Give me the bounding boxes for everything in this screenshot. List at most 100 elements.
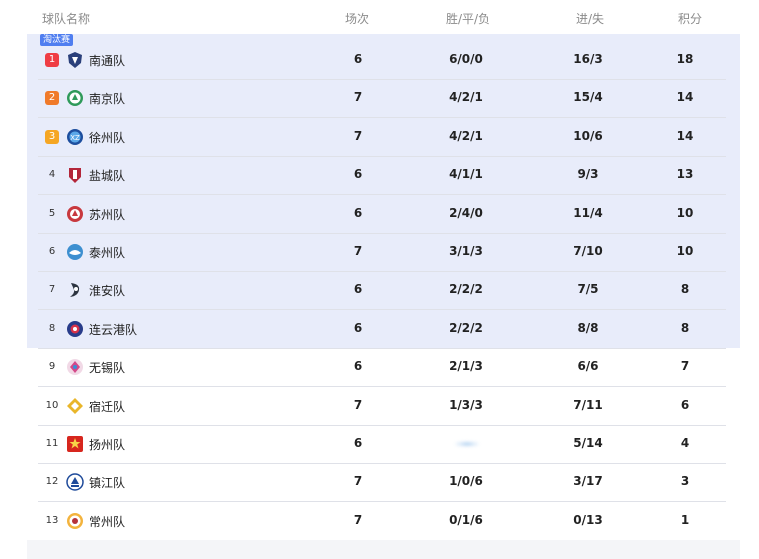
goals-for-against: 15/4 <box>573 90 603 105</box>
table-row[interactable]: 8 连云港队 6 2/2/2 8/8 8 <box>38 310 726 349</box>
rank-number: 10 <box>45 399 59 411</box>
team-name[interactable]: 泰州队 <box>89 244 125 261</box>
table-row[interactable]: 9 无锡队 6 2/1/3 6/6 7 <box>38 348 726 388</box>
points: 8 <box>680 282 690 297</box>
win-draw-loss: 4/2/1 <box>449 128 483 143</box>
loading-placeholder <box>454 442 480 446</box>
goals-for-against: 7/11 <box>573 397 603 412</box>
goals-for-against: 11/4 <box>573 205 603 220</box>
points: 3 <box>680 474 690 489</box>
win-draw-loss: 3/1/3 <box>449 244 483 258</box>
matches-played: 7 <box>353 90 363 105</box>
nanjing-crest-icon <box>66 89 84 107</box>
goals-for-against: 8/8 <box>577 320 599 335</box>
taizhou-crest-icon <box>66 243 84 261</box>
win-draw-loss: 2/2/2 <box>449 282 483 297</box>
points: 10 <box>676 205 694 220</box>
matches-played: 7 <box>353 474 363 489</box>
rank-number: 4 <box>48 169 56 181</box>
header-goals: 进/失 <box>575 12 605 26</box>
points: 13 <box>676 167 694 182</box>
points: 6 <box>680 397 690 412</box>
zhenjiang-crest-icon <box>66 473 84 492</box>
goals-for-against: 7/10 <box>573 244 603 258</box>
win-draw-loss: 4/1/1 <box>449 167 483 182</box>
goals-for-against: 7/5 <box>577 282 599 297</box>
points: 14 <box>676 128 694 143</box>
team-name[interactable]: 宿迁队 <box>89 398 125 415</box>
table-row[interactable]: 4 盐城队 6 4/1/1 9/3 13 <box>38 156 726 196</box>
points: 1 <box>680 512 690 527</box>
matches-played: 6 <box>353 436 363 450</box>
rank-number: 12 <box>45 476 59 488</box>
table-row[interactable]: 5 苏州队 6 2/4/0 11/4 10 <box>38 195 726 234</box>
goals-for-against: 3/17 <box>573 474 603 489</box>
matches-played: 7 <box>353 397 363 412</box>
rank-number: 3 <box>45 129 59 144</box>
table-row[interactable]: 7 淮安队 6 2/2/2 7/5 8 <box>38 271 726 311</box>
goals-for-against: 16/3 <box>573 52 603 66</box>
huaian-crest-icon <box>66 281 84 299</box>
matches-played: 6 <box>353 52 363 66</box>
win-draw-loss: 0/1/6 <box>449 512 483 527</box>
changzhou-crest-icon <box>66 512 84 530</box>
team-name[interactable]: 徐州队 <box>89 129 125 146</box>
suqian-crest-icon <box>66 397 84 415</box>
win-draw-loss: 2/1/3 <box>449 359 483 374</box>
table-row[interactable]: 11 扬州队 6 5/14 4 <box>38 425 726 464</box>
svg-text:XZ: XZ <box>70 134 80 142</box>
points: 14 <box>676 90 694 105</box>
table-row[interactable]: 10 宿迁队 7 1/3/3 7/11 6 <box>38 387 726 426</box>
matches-played: 6 <box>353 205 363 220</box>
bottom-strip <box>27 540 740 559</box>
points: 18 <box>676 52 694 66</box>
rank-number: 5 <box>48 207 56 219</box>
header-wdl: 胜/平/负 <box>445 12 491 26</box>
win-draw-loss: 4/2/1 <box>449 90 483 105</box>
rank-number: 1 <box>45 53 59 67</box>
team-name[interactable]: 常州队 <box>89 513 125 530</box>
table-row[interactable]: 1 南通队 6 6/0/0 16/3 18 <box>38 41 726 80</box>
rank-number: 11 <box>45 438 59 449</box>
points: 7 <box>680 359 690 374</box>
goals-for-against: 5/14 <box>573 436 603 450</box>
table-header: 球队名称 场次 胜/平/负 进/失 积分 <box>0 0 759 34</box>
team-name[interactable]: 无锡队 <box>89 359 125 376</box>
matches-played: 6 <box>353 320 363 335</box>
table-row[interactable]: 6 泰州队 7 3/1/3 7/10 10 <box>38 233 726 272</box>
matches-played: 6 <box>353 167 363 182</box>
team-name[interactable]: 扬州队 <box>89 436 125 453</box>
suzhou-crest-icon <box>66 205 84 223</box>
header-team: 球队名称 <box>42 12 91 26</box>
yancheng-crest-icon <box>66 166 84 184</box>
table-row[interactable]: 3 XZ 徐州队 7 4/2/1 10/6 14 <box>38 118 726 157</box>
table-row[interactable]: 2 南京队 7 4/2/1 15/4 14 <box>38 79 726 119</box>
team-name[interactable]: 镇江队 <box>89 474 125 491</box>
rank-number: 2 <box>45 91 59 106</box>
points: 10 <box>676 244 694 258</box>
team-name[interactable]: 连云港队 <box>89 321 137 338</box>
team-name[interactable]: 盐城队 <box>89 167 125 184</box>
wuxi-crest-icon <box>66 358 84 376</box>
team-name[interactable]: 南通队 <box>89 52 125 69</box>
matches-played: 7 <box>353 244 363 258</box>
yangzhou-crest-icon <box>66 435 84 453</box>
team-name[interactable]: 南京队 <box>89 90 125 107</box>
rank-number: 9 <box>48 361 56 373</box>
rank-number: 8 <box>48 322 56 334</box>
matches-played: 6 <box>353 359 363 374</box>
header-points: 积分 <box>677 12 702 26</box>
goals-for-against: 10/6 <box>573 128 603 143</box>
rank-number: 13 <box>45 514 59 526</box>
points: 8 <box>680 320 690 335</box>
rank-number: 7 <box>48 284 56 296</box>
win-draw-loss: 1/0/6 <box>449 474 483 489</box>
matches-played: 7 <box>353 512 363 527</box>
matches-played: 7 <box>353 128 363 143</box>
goals-for-against: 6/6 <box>577 359 599 374</box>
nantong-crest-icon <box>66 51 84 69</box>
table-row[interactable]: 12 镇江队 7 1/0/6 3/17 3 <box>38 463 726 503</box>
table-row[interactable]: 13 常州队 7 0/1/6 0/13 1 <box>38 502 726 541</box>
team-name[interactable]: 淮安队 <box>89 282 125 299</box>
team-name[interactable]: 苏州队 <box>89 206 125 223</box>
